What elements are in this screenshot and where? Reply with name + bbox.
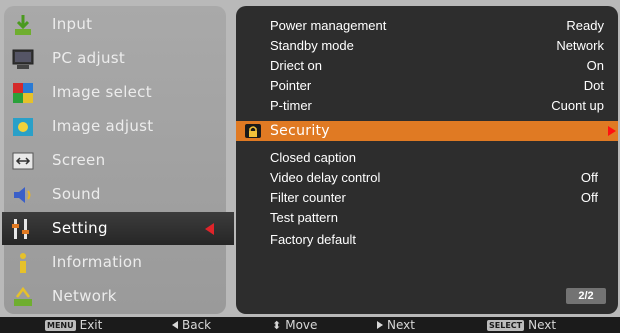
menu-item-screen[interactable]: Screen bbox=[4, 144, 226, 177]
setting-value: Dot bbox=[583, 78, 604, 93]
hint-label: Move bbox=[285, 318, 318, 332]
menu-item-label: Screen bbox=[52, 151, 106, 169]
chevron-right-icon bbox=[608, 126, 616, 136]
menu-item-label: PC adjust bbox=[52, 49, 126, 67]
active-arrow-icon bbox=[205, 223, 214, 235]
hint-label: Next bbox=[528, 318, 557, 332]
setting-row-closed-caption[interactable]: Closed caption bbox=[236, 147, 618, 167]
setting-value: On bbox=[586, 58, 604, 73]
setting-label: Power management bbox=[270, 18, 387, 33]
setting-row-p-timer[interactable]: P-timer Cuont up bbox=[236, 95, 618, 115]
up-down-arrow-icon: ⬍ bbox=[272, 318, 282, 332]
setting-label: Driect on bbox=[270, 58, 323, 73]
screen-icon bbox=[10, 148, 36, 174]
hint-select-next: SELECT Next bbox=[487, 318, 556, 332]
setting-value: Network bbox=[556, 38, 604, 53]
menu-item-pc-adjust[interactable]: PC adjust bbox=[4, 42, 226, 75]
menu-item-label: Information bbox=[52, 253, 143, 271]
menu-item-image-select[interactable]: Image select bbox=[4, 76, 226, 109]
setting-value: Off bbox=[580, 190, 598, 205]
hint-next: Next bbox=[377, 318, 415, 332]
setting-label: Factory default bbox=[270, 232, 356, 247]
setting-value: Off bbox=[580, 170, 598, 185]
menu-item-information[interactable]: Information bbox=[4, 246, 226, 279]
setting-value: Cuont up bbox=[551, 98, 604, 113]
setting-label: Standby mode bbox=[270, 38, 354, 53]
menu-item-input[interactable]: Input bbox=[4, 8, 226, 41]
menu-item-label: Image select bbox=[52, 83, 152, 101]
menu-item-label: Image adjust bbox=[52, 117, 154, 135]
key-guide-bar: MENU Exit Back ⬍ Move Next SELECT Next bbox=[0, 317, 620, 333]
hint-label: Back bbox=[182, 318, 212, 332]
select-key-icon: SELECT bbox=[487, 319, 525, 331]
setting-icon bbox=[8, 216, 34, 242]
setting-row-standby-mode[interactable]: Standby mode Network bbox=[236, 35, 618, 55]
menu-item-label: Input bbox=[52, 15, 93, 33]
menu-item-image-adjust[interactable]: Image adjust bbox=[4, 110, 226, 143]
lock-icon bbox=[244, 123, 262, 139]
setting-label: Test pattern bbox=[270, 210, 338, 225]
menu-key-icon: MENU bbox=[45, 319, 76, 331]
sound-icon bbox=[10, 182, 36, 208]
hint-move: ⬍ Move bbox=[272, 318, 317, 332]
setting-row-test-pattern[interactable]: Test pattern bbox=[236, 207, 618, 227]
page-indicator: 2/2 bbox=[566, 288, 606, 304]
setting-submenu-panel: Power management Ready Standby mode Netw… bbox=[236, 6, 618, 314]
setting-row-factory-default[interactable]: Factory default bbox=[236, 229, 618, 249]
setting-label: P-timer bbox=[270, 98, 312, 113]
network-icon bbox=[10, 284, 36, 310]
setting-row-security[interactable]: Security bbox=[236, 121, 618, 141]
menu-item-label: Sound bbox=[52, 185, 101, 203]
hint-exit: MENU Exit bbox=[45, 318, 102, 332]
left-arrow-icon bbox=[172, 321, 178, 329]
information-icon bbox=[10, 250, 36, 276]
input-icon bbox=[10, 12, 36, 38]
image-adjust-icon bbox=[10, 114, 36, 140]
menu-item-sound[interactable]: Sound bbox=[4, 178, 226, 211]
hint-label: Exit bbox=[79, 318, 103, 332]
setting-label: Security bbox=[270, 123, 330, 139]
menu-item-label: Network bbox=[52, 287, 117, 305]
setting-value: Ready bbox=[566, 18, 604, 33]
menu-item-network[interactable]: Network bbox=[4, 280, 226, 313]
setting-row-direct-on[interactable]: Driect on On bbox=[236, 55, 618, 75]
main-menu: Input PC adjust Image select Image adjus… bbox=[2, 6, 234, 314]
projector-osd-screen: Input PC adjust Image select Image adjus… bbox=[0, 0, 620, 333]
setting-label: Filter counter bbox=[270, 190, 346, 205]
setting-row-power-management[interactable]: Power management Ready bbox=[236, 15, 618, 35]
menu-item-setting[interactable]: Setting bbox=[2, 212, 234, 245]
pc-adjust-icon bbox=[10, 46, 36, 72]
menu-item-label: Setting bbox=[52, 219, 108, 237]
hint-back: Back bbox=[172, 318, 211, 332]
hint-label: Next bbox=[387, 318, 415, 332]
setting-label: Pointer bbox=[270, 78, 312, 93]
setting-label: Video delay control bbox=[270, 170, 381, 185]
setting-row-filter-counter[interactable]: Filter counter Off bbox=[236, 187, 618, 207]
setting-row-pointer[interactable]: Pointer Dot bbox=[236, 75, 618, 95]
image-select-icon bbox=[10, 80, 36, 106]
setting-row-video-delay-control[interactable]: Video delay control Off bbox=[236, 167, 618, 187]
setting-label: Closed caption bbox=[270, 150, 356, 165]
right-arrow-icon bbox=[377, 321, 383, 329]
